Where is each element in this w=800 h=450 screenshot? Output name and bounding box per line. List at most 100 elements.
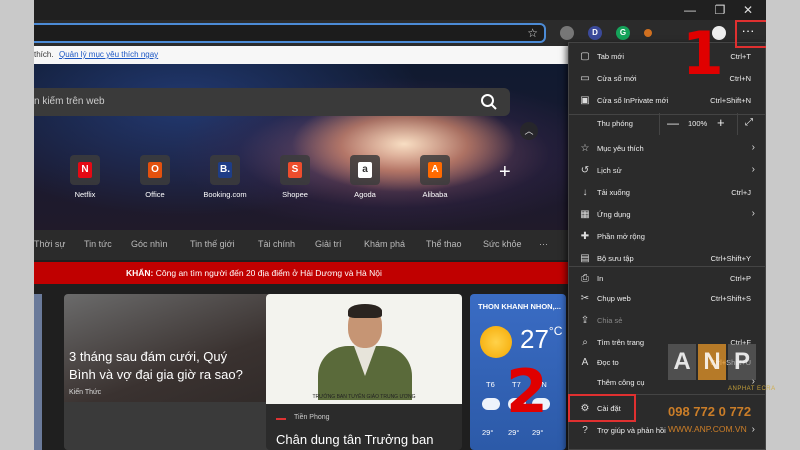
extension-icon-orange[interactable] [644,29,652,37]
history-icon: ↺ [580,165,590,176]
favorites-icon: ☆ [580,143,590,154]
nav-tab[interactable]: Tin tức [84,239,112,249]
fullscreen-icon[interactable]: ⤢ [745,117,753,128]
weather-day: T6 [486,380,495,389]
menu-item-history[interactable]: ↺ Lịch sử › [569,160,765,182]
quick-link-icon: A [420,155,450,185]
menu-item-label: Mục yêu thích [597,144,644,153]
weather-location: THON KHANH NHON,... [478,302,561,311]
chevron-right-icon: › [751,142,755,153]
zoom-in-button[interactable]: + [717,115,725,130]
collections-icon: ▤ [580,253,590,264]
extension-icon-grammarly[interactable]: G [616,26,630,40]
step-2-number: 2 [506,357,548,427]
maximize-icon[interactable]: ❐ [710,2,730,18]
quick-link-icon: B. [210,155,240,185]
web-search-box[interactable]: n kiếm trên web [34,88,510,116]
news-card[interactable]: 3 tháng sau đám cưới, Quý Bình và vợ đại… [64,294,286,450]
menu-item-shortcut: Ctrl+N [729,74,751,83]
menu-item-inprivate[interactable]: ▣ Cửa sổ InPrivate mới Ctrl+Shift+N [569,90,765,112]
nav-tab[interactable]: Giải trí [315,239,342,249]
favorite-star-icon[interactable]: ☆ [527,26,538,40]
print-icon: ⎙ [581,273,589,284]
news-card-source: Kiến Thức [69,389,102,396]
chevron-right-icon: › [751,164,755,175]
quick-link-tile[interactable]: A Alibaba [408,155,462,199]
zoom-label: Thu phóng [597,119,633,128]
address-bar[interactable]: ☆ [34,23,546,43]
left-backdrop [0,0,34,450]
menu-item-new-window[interactable]: ▭ Cửa sổ mới Ctrl+N [569,68,765,90]
quick-link-tile[interactable]: N Netflix [58,155,112,199]
extension-icon-1[interactable] [560,26,574,40]
menu-item-share[interactable]: ⇪ Chia sẻ [569,310,765,332]
menu-item-zoom: Thu phóng — 100% + ⤢ [569,113,765,135]
search-icon[interactable] [480,93,498,111]
menu-item-favorites[interactable]: ☆ Mục yêu thích › [569,138,765,160]
add-site-button[interactable]: + [499,161,511,184]
nav-tab[interactable]: Thể thao [426,239,462,249]
menu-item-label: Chụp web [597,294,631,303]
download-icon: ↓ [582,187,588,198]
nav-tab[interactable]: Tài chính [258,239,295,249]
menu-item-shortcut: Ctrl+Shift+Y [710,254,751,263]
minimize-icon[interactable]: — [680,2,700,18]
favorites-bar-text: thích. [34,50,54,59]
nav-tab[interactable]: Thời sự [34,239,65,249]
quick-link-tile[interactable]: S Shopee [268,155,322,199]
menu-item-label: Lịch sử [597,166,622,175]
zoom-out-button[interactable]: — [667,116,679,130]
quick-link-tile[interactable]: B. Booking.com [198,155,252,199]
menu-item-label: Chia sẻ [597,316,623,325]
nav-tab[interactable]: Tin thế giới [190,239,235,249]
menu-item-web-capture[interactable]: ✂ Chụp web Ctrl+Shift+S [569,288,765,310]
news-card-2-title[interactable]: Chân dung tân Trưởng ban [276,432,433,447]
extensions-icon: ✚ [580,231,590,242]
news-card-title[interactable]: 3 tháng sau đám cưới, Quý Bình và vợ đại… [69,348,249,384]
partial-card[interactable] [34,294,42,450]
news-card-2[interactable]: TRƯỞNG BAN TUYÊN GIÁO TRUNG ƯƠNG Tiền Ph… [266,294,462,450]
menu-item-collections[interactable]: ▤ Bộ sưu tập Ctrl+Shift+Y [569,248,765,270]
help-icon: ? [582,425,588,436]
extension-icon-d[interactable]: D [588,26,602,40]
menu-item-new-tab[interactable]: ▢ Tab mới Ctrl+T [569,46,765,68]
weather-low: 29° [532,428,544,437]
menu-item-download[interactable]: ↓ Tải xuống Ctrl+J [569,182,765,204]
quick-link-label: Booking.com [203,190,247,199]
menu-item-label: Tải xuống [597,188,630,197]
news-card-2-source: Tiền Phong [294,414,330,421]
menu-item-shortcut: Ctrl+P [729,274,751,283]
watermark-tagline: ANPHAT ECRA [728,386,776,392]
menu-item-label: Cửa sổ mới [597,74,637,83]
chevron-up-icon[interactable]: ︿ [520,122,538,140]
new-window-icon: ▭ [580,73,590,84]
quick-link-tile[interactable]: O Office [128,155,182,199]
nav-tab[interactable]: Góc nhìn [131,239,168,249]
menu-item-extensions[interactable]: ✚ Phần mở rộng [569,226,765,248]
quick-link-label: Alibaba [422,190,448,199]
menu-item-label: Tab mới [597,52,625,61]
menu-item-label: In [597,274,604,283]
nav-tab[interactable]: Khám phá [364,239,405,249]
web-capture-icon: ✂ [580,293,590,304]
close-icon[interactable]: ✕ [738,2,758,18]
zoom-value: 100% [688,119,708,128]
quick-link-icon: a [350,155,380,185]
watermark-website: WWW.ANP.COM.VN [668,424,747,434]
menu-item-label: Cửa sổ InPrivate mới [597,96,669,105]
manage-favorites-link[interactable]: Quản lý mục yêu thích ngay [59,50,158,59]
menu-item-apps[interactable]: ▦ Ứng dụng › [569,204,765,226]
new-tab-icon: ▢ [580,51,590,62]
menu-item-shortcut: Ctrl+T [730,52,751,61]
quick-link-tile[interactable]: a Agoda [338,155,392,199]
title-bar: — ❐ ✕ [34,0,766,20]
quick-link-label: Netflix [74,190,96,199]
read-aloud-icon: A [581,357,589,368]
menu-item-print[interactable]: ⎙ In Ctrl+P [569,268,765,290]
quick-link-icon: S [280,155,310,185]
quick-link-label: Office [145,190,165,199]
nav-tab[interactable]: Sức khỏe [483,239,522,249]
nav-tab[interactable]: ··· [539,239,548,249]
highlight-settings-item [568,394,636,422]
menu-item-shortcut: Ctrl+Shift+S [710,294,751,303]
